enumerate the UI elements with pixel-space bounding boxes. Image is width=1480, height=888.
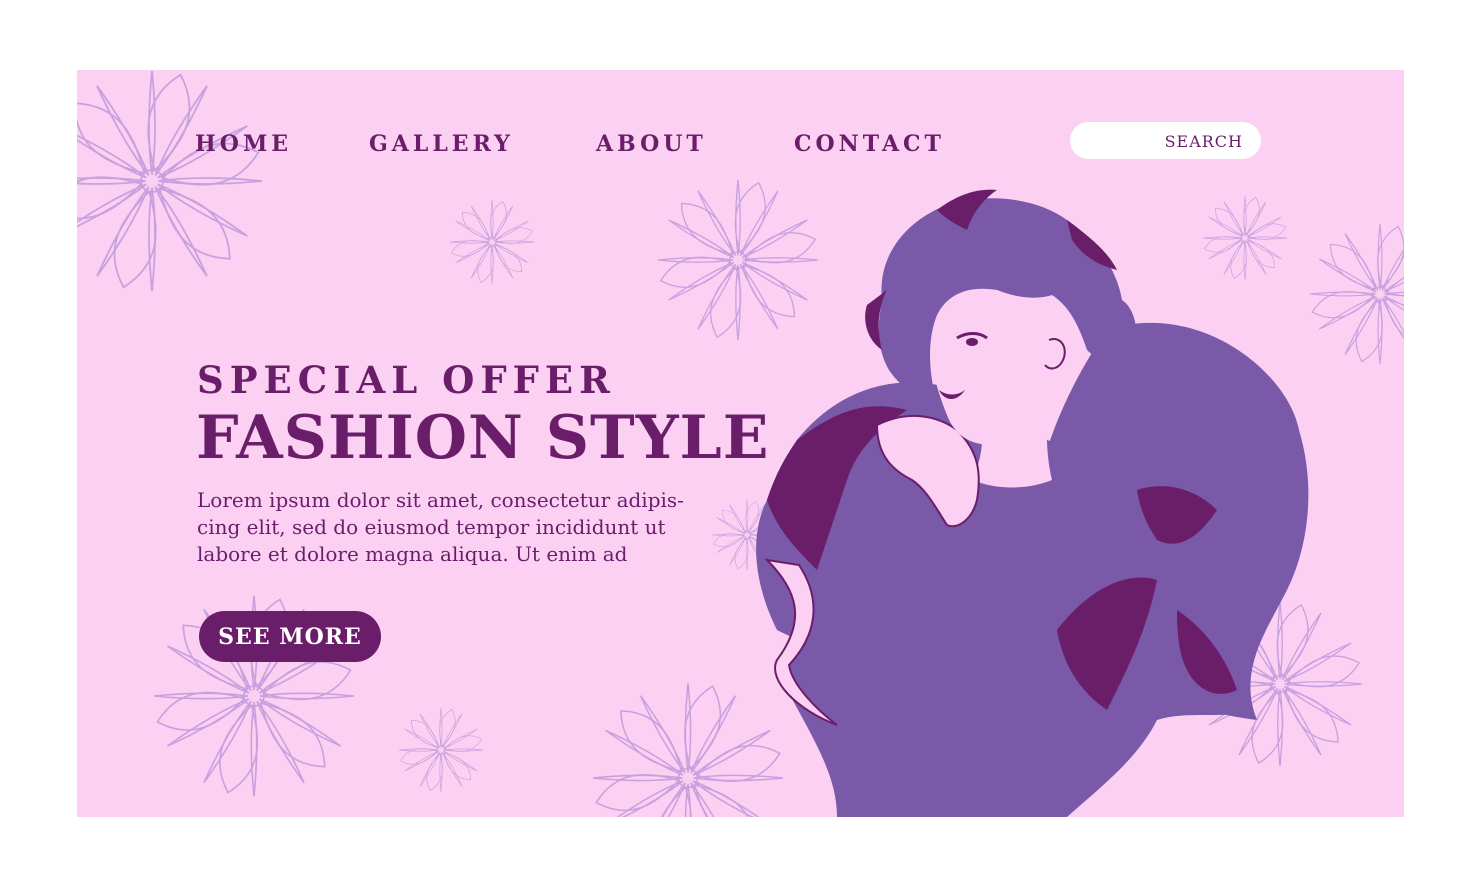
nav-home[interactable]: HOME bbox=[195, 131, 292, 157]
nav-contact[interactable]: CONTACT bbox=[794, 131, 945, 157]
search-label: SEARCH bbox=[1164, 132, 1243, 151]
nav-gallery[interactable]: GALLERY bbox=[369, 131, 514, 157]
hero-kicker: SPECIAL OFFER bbox=[197, 358, 616, 402]
see-more-label: SEE MORE bbox=[218, 623, 362, 650]
nav-about[interactable]: ABOUT bbox=[596, 131, 707, 157]
hero-body-text: Lorem ipsum dolor sit amet, consectetur … bbox=[197, 488, 684, 566]
hero-headline: FASHION STYLE bbox=[196, 403, 770, 473]
see-more-button[interactable]: SEE MORE bbox=[199, 611, 381, 662]
search-input[interactable]: SEARCH bbox=[1070, 122, 1261, 159]
